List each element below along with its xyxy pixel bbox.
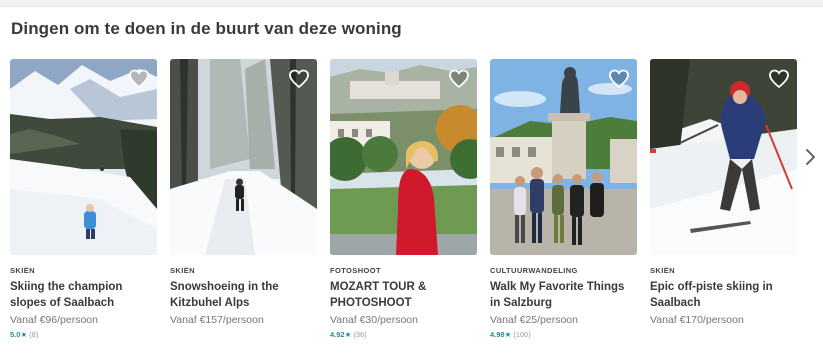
experience-category: SKIËN bbox=[10, 266, 35, 275]
experience-card[interactable]: SKIËN Skiing the champion slopes of Saal… bbox=[10, 59, 157, 340]
favorite-heart-icon[interactable] bbox=[768, 68, 790, 90]
experience-card[interactable]: SKIËN Epic off-piste skiing in Saalbach … bbox=[650, 59, 797, 340]
experience-price: Vanaf €30/persoon bbox=[330, 314, 418, 326]
experience-photo[interactable] bbox=[650, 59, 797, 255]
experience-rating: 4.98★ (100) bbox=[490, 330, 637, 340]
experience-rating bbox=[170, 330, 317, 340]
experience-title[interactable]: Epic off-piste skiing in Saalbach bbox=[650, 279, 797, 311]
experience-price: Vanaf €96/persoon bbox=[10, 314, 98, 326]
top-band bbox=[0, 0, 823, 7]
favorite-heart-icon[interactable] bbox=[288, 68, 310, 90]
review-count: (100) bbox=[513, 330, 531, 339]
experience-category: SKIËN bbox=[170, 266, 195, 275]
review-count: (8) bbox=[29, 330, 39, 339]
review-count: (36) bbox=[353, 330, 367, 339]
experience-title[interactable]: Skiing the champion slopes of Saalbach bbox=[10, 279, 157, 311]
experience-category: SKIËN bbox=[650, 266, 675, 275]
experience-title[interactable]: MOZART TOUR & PHOTOSHOOT bbox=[330, 279, 477, 311]
experience-rating: 5.0★ (8) bbox=[10, 330, 157, 340]
experience-rating: 4.92★ (36) bbox=[330, 330, 477, 340]
star-icon: ★ bbox=[504, 330, 512, 339]
chevron-right-icon[interactable] bbox=[801, 146, 819, 168]
rating-value: 4.98 bbox=[490, 330, 505, 339]
star-icon: ★ bbox=[344, 330, 352, 339]
experience-photo[interactable] bbox=[10, 59, 157, 255]
experience-photo[interactable] bbox=[330, 59, 477, 255]
experience-card[interactable]: SKIËN Snowshoeing in the Kitzbuhel Alps … bbox=[170, 59, 317, 340]
experience-price: Vanaf €170/persoon bbox=[650, 314, 744, 326]
star-icon: ★ bbox=[20, 330, 28, 339]
favorite-heart-icon[interactable] bbox=[128, 68, 150, 90]
favorite-heart-icon[interactable] bbox=[448, 68, 470, 90]
experience-price: Vanaf €25/persoon bbox=[490, 314, 578, 326]
experience-title[interactable]: Snowshoeing in the Kitzbuhel Alps bbox=[170, 279, 317, 311]
experience-category: CULTUURWANDELING bbox=[490, 266, 578, 275]
experience-card[interactable]: CULTUURWANDELING Walk My Favorite Things… bbox=[490, 59, 637, 340]
favorite-heart-icon[interactable] bbox=[608, 68, 630, 90]
experience-photo[interactable] bbox=[170, 59, 317, 255]
experience-title[interactable]: Walk My Favorite Things in Salzburg bbox=[490, 279, 637, 311]
rating-value: 5.0 bbox=[10, 330, 21, 339]
experience-category: FOTOSHOOT bbox=[330, 266, 381, 275]
rating-value: 4.92 bbox=[330, 330, 345, 339]
experience-price: Vanaf €157/persoon bbox=[170, 314, 264, 326]
experience-rating bbox=[650, 330, 797, 340]
section-title: Dingen om te doen in de buurt van deze w… bbox=[11, 19, 402, 38]
experience-photo[interactable] bbox=[490, 59, 637, 255]
experience-card[interactable]: FOTOSHOOT MOZART TOUR & PHOTOSHOOT Vanaf… bbox=[330, 59, 477, 340]
